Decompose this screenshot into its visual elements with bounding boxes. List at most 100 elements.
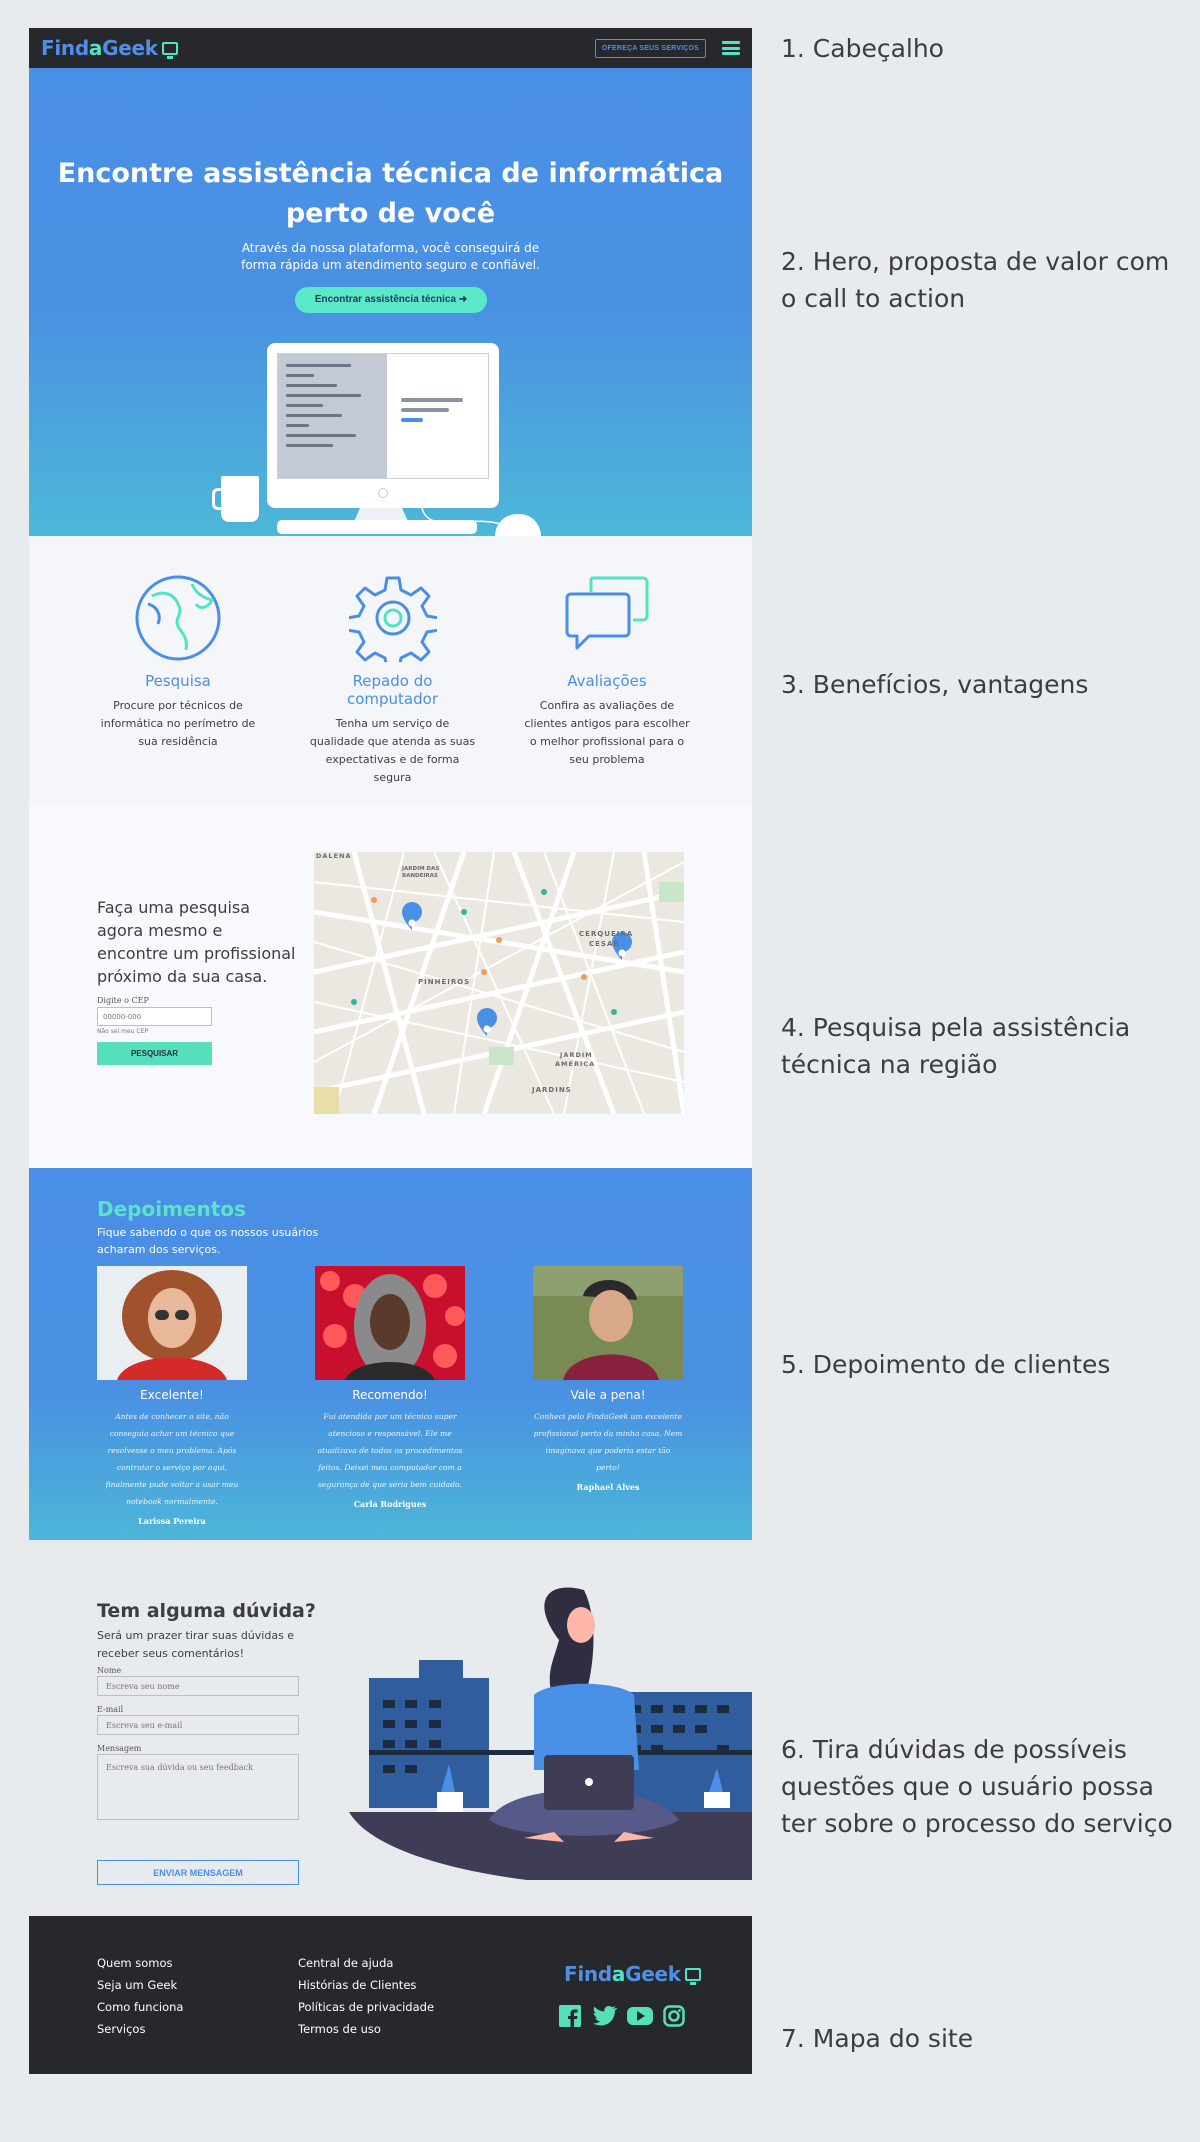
testimonial-title: Excelente!	[140, 1388, 204, 1402]
footer-link[interactable]: Central de ajuda	[298, 1952, 434, 1974]
svg-text:CÉSAR: CÉSAR	[589, 939, 620, 948]
logo-a: a	[611, 1962, 626, 1986]
landing-page-mockup: Find a Geek OFEREÇA SEUS SERVIÇOS Encontre…	[29, 28, 752, 2074]
testimonial-quote: Conheci pelo FindaGeek um excelente prof…	[533, 1412, 683, 1472]
benefit-search: Pesquisa Procure por técnicos de informá…	[93, 574, 263, 806]
testimonial-title: Recomendo!	[352, 1388, 428, 1402]
mouse-cable	[421, 507, 515, 531]
chat-bubbles-icon	[565, 576, 649, 650]
monitor-icon	[684, 1967, 701, 1985]
send-message-button[interactable]: ENVIAR MENSAGEM	[97, 1860, 299, 1885]
hero-title: Encontre assistência técnica de informát…	[57, 158, 724, 229]
find-assistance-button[interactable]: Encontrar assistência técnica ➜	[295, 287, 487, 313]
footer-link[interactable]: Como funciona	[97, 1996, 183, 2018]
gear-icon	[348, 576, 437, 662]
social-links	[559, 2005, 685, 2031]
hamburger-menu-icon[interactable]	[722, 41, 740, 55]
annotation-contact: 6. Tira dúvidas de possíveis questões qu…	[781, 1735, 1173, 1838]
hero-section: Encontre assistência técnica de informát…	[29, 68, 752, 536]
contact-subtitle: Será um prazer tirar suas dúvidas e rece…	[97, 1629, 295, 1660]
testimonial-title: Vale a pena!	[570, 1388, 646, 1402]
benefit-text: Procure por técnicos de informática no p…	[100, 699, 256, 748]
instagram-icon[interactable]	[663, 2005, 685, 2031]
footer-link[interactable]: Histórias de Clientes	[298, 1974, 434, 1996]
benefit-title: Repado do computador	[346, 672, 438, 708]
search-button[interactable]: PESQUISAR	[97, 1042, 212, 1065]
testimonials-title: Depoimentos	[97, 1197, 246, 1221]
testimonial-photo	[315, 1266, 465, 1380]
annotation-footer: 7. Mapa do site	[781, 2024, 974, 2053]
testimonial-quote: Antes de conhecer o site, não conseguia …	[105, 1412, 239, 1506]
footer-links-column-1: Quem somos Seja um Geek Como funciona Se…	[97, 1952, 183, 2040]
footer-link[interactable]: Serviços	[97, 2018, 183, 2040]
benefits-section: Pesquisa Procure por técnicos de informá…	[29, 536, 752, 806]
globe-icon	[135, 575, 221, 661]
testimonial-card: Recomendo! Fui atendida por um técnico s…	[315, 1266, 465, 1509]
testimonial-card: Excelente! Antes de conhecer o site, não…	[97, 1266, 247, 1526]
logo[interactable]: Find a Geek	[41, 36, 178, 60]
svg-text:AMERICA: AMERICA	[555, 1060, 595, 1068]
logo-find: Find	[41, 36, 89, 60]
testimonial-author: Carla Rodrigues	[353, 1499, 427, 1509]
woman-with-laptop-illustration	[349, 1587, 752, 1880]
logo-a: a	[88, 36, 103, 60]
footer-logo[interactable]: Find a Geek	[564, 1962, 701, 1986]
contact-section: Tem alguma dúvida? Será um prazer tirar …	[29, 1540, 752, 1916]
hero-subtitle: Através da nossa plataforma, você conseg…	[241, 241, 540, 272]
testimonial-photo	[97, 1266, 247, 1380]
benefit-text: Tenha um serviço de qualidade que atenda…	[309, 717, 476, 784]
annotation-testimonials: 5. Depoimento de clientes	[781, 1350, 1111, 1379]
svg-text:JARDINS: JARDINS	[531, 1086, 572, 1094]
testimonials-section: Depoimentos Fique sabendo o que os nosso…	[29, 1168, 752, 1540]
logo-find: Find	[564, 1962, 612, 1986]
testimonial-card: Vale a pena! Conheci pelo FindaGeek um e…	[533, 1266, 683, 1492]
footer-link[interactable]: Quem somos	[97, 1952, 183, 1974]
logo-geek: Geek	[102, 36, 158, 60]
search-title: Faça uma pesquisa agora mesmo e encontre…	[97, 898, 296, 986]
footer-link[interactable]: Termos de uso	[298, 2018, 434, 2040]
email-field[interactable]	[97, 1715, 299, 1735]
benefit-title: Avaliações	[567, 672, 647, 690]
annotation-benefits: 3. Benefícios, vantagens	[781, 670, 1089, 699]
testimonial-author: Larissa Pereira	[138, 1516, 206, 1526]
contact-title: Tem alguma dúvida?	[97, 1600, 316, 1622]
facebook-icon[interactable]	[559, 2005, 581, 2031]
annotation-header: 1. Cabeçalho	[781, 34, 944, 63]
email-label: E-mail	[97, 1705, 124, 1714]
twitter-icon[interactable]	[591, 2005, 618, 2031]
annotation-hero: 2. Hero, proposta de valor com o call to…	[781, 247, 1170, 313]
message-field[interactable]	[97, 1754, 299, 1820]
map[interactable]: PINHEIROS CERQUEIRA CÉSAR JARDIM AMERICA…	[314, 852, 684, 1114]
svg-text:BANDEIRAS: BANDEIRAS	[402, 873, 438, 879]
offer-services-button[interactable]: OFEREÇA SEUS SERVIÇOS	[594, 38, 706, 58]
footer-link[interactable]: Seja um Geek	[97, 1974, 183, 1996]
map-roads: PINHEIROS CERQUEIRA CÉSAR JARDIM AMERICA…	[314, 852, 684, 1114]
benefit-title: Pesquisa	[145, 672, 211, 690]
footer-links-column-2: Central de ajuda Histórias de Clientes P…	[298, 1952, 434, 2040]
search-section: Faça uma pesquisa agora mesmo e encontre…	[29, 806, 752, 1168]
testimonial-quote: Fui atendida por um técnico super atenci…	[317, 1412, 463, 1489]
cep-label: Digite o CEP	[97, 996, 149, 1005]
logo-geek: Geek	[625, 1962, 681, 1986]
testimonials-subtitle: Fique sabendo o que os nossos usuários a…	[97, 1226, 319, 1256]
svg-text:JARDIM: JARDIM	[559, 1051, 593, 1059]
svg-text:CERQUEIRA: CERQUEIRA	[579, 930, 633, 938]
site-header: Find a Geek OFEREÇA SEUS SERVIÇOS	[29, 28, 752, 68]
cep-input[interactable]	[97, 1007, 212, 1026]
benefit-text: Confira as avaliações de clientes antigo…	[524, 699, 690, 766]
footer-link[interactable]: Políticas de privacidade	[298, 1996, 434, 2018]
name-field[interactable]	[97, 1676, 299, 1696]
youtube-icon[interactable]	[627, 2005, 653, 2031]
message-label: Mensagem	[97, 1744, 142, 1753]
benefit-reviews: Avaliações Confira as avaliações de clie…	[522, 574, 692, 806]
cep-help-link[interactable]: Não sei meu CEP	[97, 1028, 148, 1035]
annotation-search: 4. Pesquisa pela assistência técnica na …	[781, 1013, 1131, 1079]
monitor-icon	[161, 41, 178, 59]
coffee-mug-illustration	[212, 476, 259, 522]
svg-text:JARDIM DAS: JARDIM DAS	[401, 866, 439, 872]
benefit-repair: Repado do computador Tenha um serviço de…	[308, 574, 478, 806]
name-label: Nome	[97, 1666, 122, 1675]
svg-text:DALENA: DALENA	[316, 852, 351, 860]
testimonial-photo	[533, 1266, 683, 1380]
testimonial-author: Raphael Alves	[576, 1482, 640, 1492]
